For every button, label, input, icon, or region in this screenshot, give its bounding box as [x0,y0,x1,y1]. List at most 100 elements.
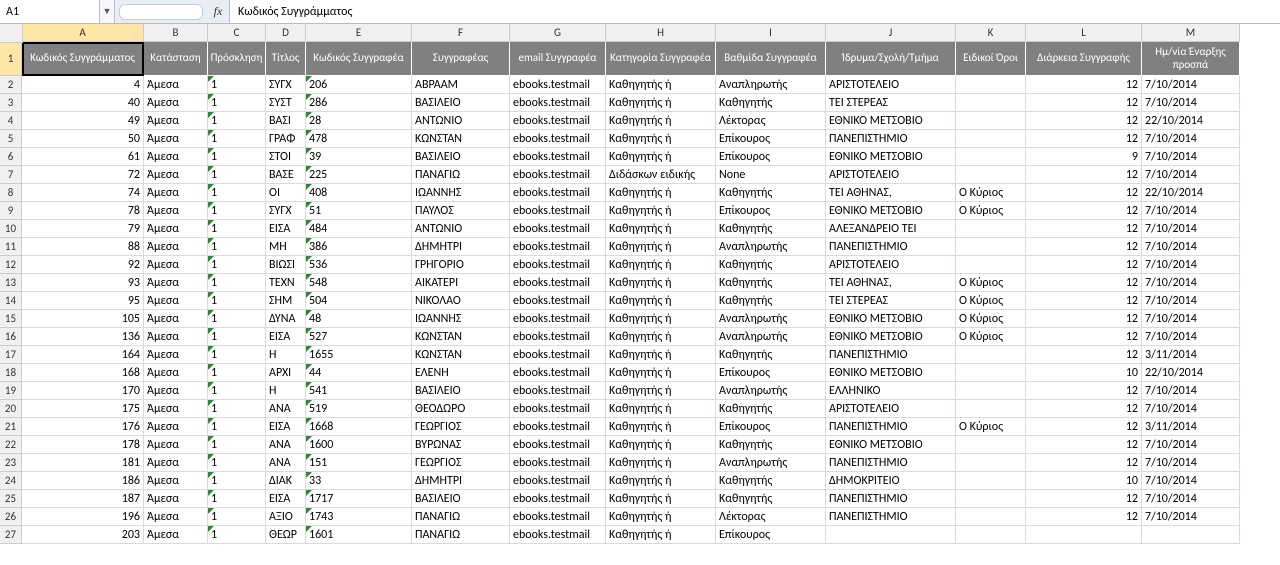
cell[interactable]: 541 [306,382,412,400]
cell[interactable]: ebooks.testmail [510,202,606,220]
cell[interactable]: ebooks.testmail [510,274,606,292]
row-header-6[interactable]: 6 [0,148,22,166]
cell[interactable]: Καθηγητής ή [606,508,716,526]
row-header-16[interactable]: 16 [0,328,22,346]
cell[interactable]: Καθηγητής ή [606,346,716,364]
cell[interactable]: 1717 [306,490,412,508]
cell[interactable]: Άμεσα [144,256,208,274]
cell[interactable]: ΓΡΗΓΟΡΙΟ [412,256,510,274]
cell[interactable]: Επίκουρος [716,418,826,436]
cell[interactable]: 519 [306,400,412,418]
row-header-13[interactable]: 13 [0,274,22,292]
name-box[interactable]: A1 [0,0,100,23]
cell[interactable]: ebooks.testmail [510,310,606,328]
cell[interactable]: Καθηγητής ή [606,490,716,508]
cell[interactable]: ΑΙΚΑΤΕΡΙ [412,274,510,292]
cell[interactable]: ebooks.testmail [510,256,606,274]
cell[interactable]: 1 [208,508,266,526]
cell[interactable]: 7/10/2014 [1142,166,1240,184]
cell[interactable]: ΔΗΜΟΚΡΙΤΕΙΟ [826,472,956,490]
cell[interactable]: 9 [1026,148,1142,166]
cell[interactable]: 7/10/2014 [1142,436,1240,454]
cell[interactable]: None [716,166,826,184]
cell[interactable]: ΣΥΣΤ [266,94,306,112]
row-header-4[interactable]: 4 [0,112,22,130]
cell[interactable]: ΑΡΙΣΤΟΤΕΛΕΙΟ [826,76,956,94]
cell[interactable]: 40 [22,94,144,112]
cell[interactable]: ΒΑΣΙ [266,112,306,130]
row-header-5[interactable]: 5 [0,130,22,148]
cell[interactable]: 1 [208,220,266,238]
cell[interactable]: 1 [208,454,266,472]
header-cell[interactable]: Κατάσταση [144,42,208,76]
cell[interactable]: 51 [306,202,412,220]
cell[interactable]: 22/10/2014 [1142,112,1240,130]
cell[interactable]: 178 [22,436,144,454]
row-header-1[interactable]: 1 [0,42,22,76]
header-cell[interactable]: Τίτλος [266,42,306,76]
cell[interactable]: ΑΞΙΟ [266,508,306,526]
cell[interactable]: 478 [306,130,412,148]
cell[interactable]: ΔΗΜΗΤΡΙ [412,472,510,490]
cell[interactable]: Ο Κύριος [956,202,1026,220]
cell[interactable]: 1 [208,256,266,274]
cell[interactable]: 7/10/2014 [1142,310,1240,328]
cell[interactable]: 484 [306,220,412,238]
cell[interactable]: 286 [306,94,412,112]
cell[interactable]: 1 [208,490,266,508]
cell[interactable]: 12 [1026,490,1142,508]
cell[interactable] [956,490,1026,508]
cell[interactable]: 1 [208,346,266,364]
cell[interactable]: ebooks.testmail [510,76,606,94]
cell[interactable]: ΠΑΝΕΠΙΣΤΗΜΙΟ [826,418,956,436]
cell[interactable]: 12 [1026,256,1142,274]
cell[interactable]: Καθηγητής [716,274,826,292]
cell[interactable]: Αναπληρωτής [716,328,826,346]
cell[interactable]: ΓΕΩΡΓΙΟΣ [412,418,510,436]
cell[interactable] [956,238,1026,256]
cell[interactable]: Άμεσα [144,238,208,256]
cell[interactable]: Άμεσα [144,310,208,328]
cell[interactable]: 7/10/2014 [1142,490,1240,508]
cell[interactable]: ΟΙ [266,184,306,202]
cell[interactable]: 50 [22,130,144,148]
cell[interactable]: 10 [1026,364,1142,382]
cell[interactable]: 74 [22,184,144,202]
column-header-E[interactable]: E [306,24,412,42]
select-all-triangle[interactable] [0,24,23,43]
header-cell[interactable]: Συγγραφέας [412,42,510,76]
header-cell[interactable]: Ημ/νία Έναρξης προσπά [1142,42,1240,76]
cell[interactable]: ΑΡΙΣΤΟΤΕΛΕΙΟ [826,256,956,274]
column-header-D[interactable]: D [266,24,306,42]
cell[interactable]: 12 [1026,310,1142,328]
cell[interactable]: 386 [306,238,412,256]
cell[interactable]: ΑΝΑ [266,454,306,472]
cell[interactable]: Αναπληρωτής [716,310,826,328]
cell[interactable]: ΑΒΡΑΑΜ [412,76,510,94]
cell[interactable]: ΣΥΓΧ [266,202,306,220]
cell[interactable]: 12 [1026,76,1142,94]
cell[interactable]: Καθηγητής [716,490,826,508]
cell[interactable]: 1600 [306,436,412,454]
cell[interactable]: 1 [208,382,266,400]
row-header-17[interactable]: 17 [0,346,22,364]
column-header-F[interactable]: F [412,24,510,42]
cell[interactable] [956,526,1026,544]
cell[interactable]: 151 [306,454,412,472]
cell[interactable]: Άμεσα [144,94,208,112]
cell[interactable]: ebooks.testmail [510,508,606,526]
header-cell[interactable]: Ειδικοί Όροι [956,42,1026,76]
cell[interactable]: 1 [208,148,266,166]
cell[interactable]: ebooks.testmail [510,346,606,364]
cell[interactable]: 7/10/2014 [1142,202,1240,220]
cell[interactable]: Άμεσα [144,112,208,130]
header-cell[interactable]: Πρόσκληση [208,42,266,76]
cell[interactable]: Ο Κύριος [956,274,1026,292]
cell[interactable]: Καθηγητής [716,346,826,364]
cell[interactable]: 28 [306,112,412,130]
cell[interactable]: ΒΑΣΕ [266,166,306,184]
cell[interactable]: Καθηγητής ή [606,292,716,310]
column-header-A[interactable]: A [22,24,144,42]
formula-input[interactable]: Κωδικός Συγγράμματος [230,0,1280,23]
cell[interactable]: 22/10/2014 [1142,364,1240,382]
